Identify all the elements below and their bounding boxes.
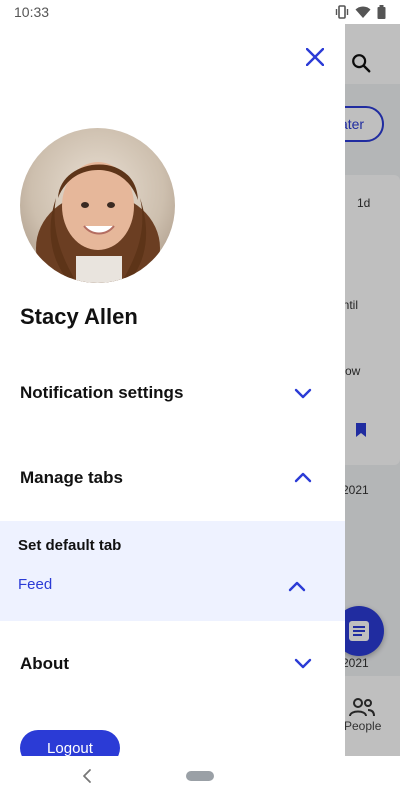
vibrate-icon [335, 5, 349, 19]
status-icons [335, 5, 386, 19]
chevron-down-icon [294, 388, 312, 399]
manage-tabs-label: Manage tabs [20, 468, 123, 487]
navigation-drawer: Stacy Allen Notification settings Manage… [0, 24, 345, 756]
wifi-icon [355, 6, 371, 18]
notification-settings-label: Notification settings [20, 383, 184, 402]
status-bar: 10:33 [0, 0, 400, 24]
default-tab-value[interactable]: Feed [18, 576, 52, 593]
close-button[interactable] [302, 44, 328, 70]
drawer-scrim[interactable] [345, 24, 400, 756]
about-row[interactable]: About [0, 638, 345, 688]
notification-settings-row[interactable]: Notification settings [0, 369, 345, 419]
avatar [20, 128, 175, 283]
back-icon[interactable] [80, 768, 94, 784]
set-default-tab-label: Set default tab [18, 537, 122, 554]
chevron-down-icon [294, 658, 312, 669]
chevron-up-icon[interactable] [288, 578, 306, 596]
manage-tabs-row[interactable]: Manage tabs [0, 454, 345, 504]
logout-button[interactable]: Logout [20, 730, 120, 756]
battery-icon [377, 5, 386, 19]
user-name: Stacy Allen [20, 304, 138, 329]
about-label: About [20, 654, 70, 673]
home-icon[interactable] [186, 771, 214, 781]
chevron-up-icon [294, 472, 312, 483]
close-icon [306, 48, 324, 66]
set-default-tab-panel[interactable]: Set default tab Feed [0, 521, 345, 621]
avatar-portrait [36, 162, 160, 283]
status-time: 10:33 [14, 4, 50, 20]
